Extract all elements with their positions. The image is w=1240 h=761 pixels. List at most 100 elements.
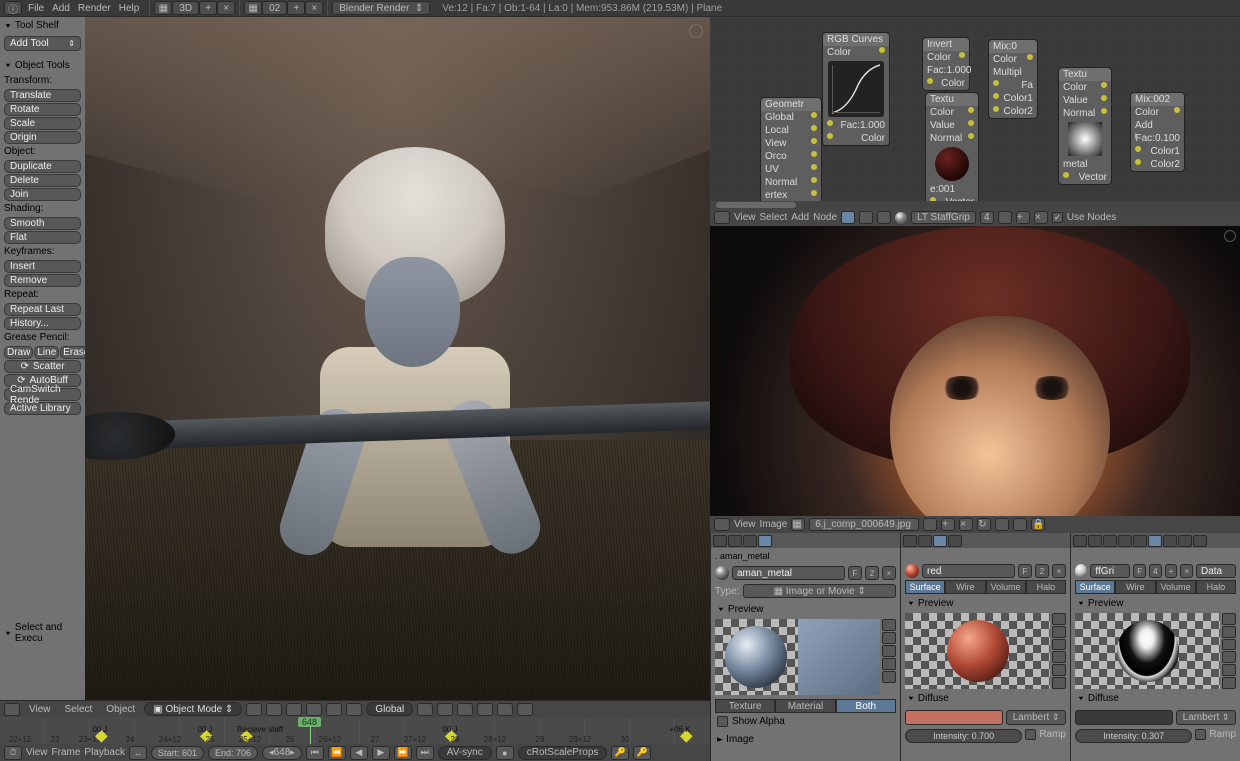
node-editor-scrollbar[interactable]: [710, 201, 1240, 209]
preview-type-4-icon[interactable]: [882, 658, 896, 670]
3d-viewport[interactable]: [85, 17, 710, 700]
join-button[interactable]: Join: [4, 188, 81, 201]
link-data-dropdown[interactable]: Data: [1196, 564, 1236, 578]
use-nodes-checkbox[interactable]: [1052, 212, 1063, 223]
play-reverse-icon[interactable]: ◀: [350, 746, 368, 760]
tab-c5-icon[interactable]: [1133, 535, 1147, 547]
gp-line-button[interactable]: Line: [34, 346, 59, 359]
manip-translate-icon[interactable]: [306, 703, 322, 716]
tl-menu-playback[interactable]: Playback: [84, 747, 125, 758]
image-pack-icon[interactable]: [995, 518, 1009, 531]
range-toggle-icon[interactable]: ↔: [129, 746, 147, 760]
end-frame-field[interactable]: End: 706: [208, 746, 258, 760]
preview-tab-material[interactable]: Material: [775, 699, 835, 713]
editor-type-3dview-icon[interactable]: [4, 703, 20, 716]
users-c[interactable]: 4: [1149, 564, 1162, 578]
start-frame-field[interactable]: Start: 601: [151, 746, 204, 760]
current-frame-field[interactable]: ◂ 648 ▸: [262, 746, 302, 760]
intensity-b[interactable]: Intensity: 0.700: [905, 729, 1022, 743]
scene-field[interactable]: 02: [262, 1, 287, 15]
mat-add-c-icon[interactable]: +: [1165, 564, 1178, 578]
ie-menu-image[interactable]: Image: [760, 519, 788, 530]
shading-halo-b[interactable]: Halo: [1026, 580, 1066, 594]
scene-del-icon[interactable]: ×: [305, 1, 323, 15]
node-mix-2[interactable]: Mix:002 Color Add Fac:0.100 Color1 Color…: [1130, 92, 1185, 172]
diffuse-model-b[interactable]: Lambert ⇕: [1006, 710, 1066, 725]
material-name-b[interactable]: red: [922, 564, 1015, 578]
jump-start-icon[interactable]: ⏮: [306, 746, 324, 760]
node-mix-1[interactable]: Mix:0 Color Multipl Fa Color1 Color2: [988, 39, 1038, 119]
tab-c9-icon[interactable]: [1193, 535, 1207, 547]
screen-layout-field[interactable]: 3D: [172, 1, 199, 15]
node-editor[interactable]: Geometr Global Local View Orco UV Normal…: [710, 17, 1240, 209]
ie-menu-view[interactable]: View: [734, 519, 756, 530]
manipulator-icon[interactable]: [286, 703, 302, 716]
tab-c1-icon[interactable]: [1073, 535, 1087, 547]
pvtype-b2-icon[interactable]: [1052, 626, 1066, 638]
material-users-icon[interactable]: 4: [980, 211, 994, 224]
shading-surface-b[interactable]: Surface: [905, 580, 945, 594]
image-lock-icon[interactable]: 🔒: [1031, 518, 1045, 531]
shading-wire-c[interactable]: Wire: [1115, 580, 1155, 594]
shading-volume-b[interactable]: Volume: [986, 580, 1026, 594]
preview-type-3-icon[interactable]: [882, 645, 896, 657]
info-editor-icon[interactable]: ⓘ: [4, 1, 22, 15]
origin-button[interactable]: Origin: [4, 131, 81, 144]
pivot-icon[interactable]: [266, 703, 282, 716]
snap-icon[interactable]: [457, 703, 473, 716]
tool-shelf-header[interactable]: Tool Shelf: [0, 17, 85, 34]
menu-help[interactable]: Help: [119, 3, 140, 14]
pvtype-c1-icon[interactable]: [1222, 613, 1236, 625]
sync-mode-dropdown[interactable]: AV-sync: [438, 746, 492, 760]
node-type-texture-icon[interactable]: [877, 211, 891, 224]
tab-c4-icon[interactable]: [1118, 535, 1132, 547]
flat-button[interactable]: Flat: [4, 231, 81, 244]
layout-add-icon[interactable]: +: [199, 1, 217, 15]
layout-browse-icon[interactable]: ▦: [154, 1, 172, 15]
image-browse-icon[interactable]: ▦: [791, 518, 805, 531]
node-rgb-curves[interactable]: RGB Curves Color Fac:1.000 Color: [822, 32, 890, 146]
node-type-compositing-icon[interactable]: [859, 211, 873, 224]
pvtype-b1-icon[interactable]: [1052, 613, 1066, 625]
keying-set-dropdown[interactable]: cRotScaleProps: [518, 746, 608, 760]
duplicate-button[interactable]: Duplicate: [4, 160, 81, 173]
image-add-icon[interactable]: +: [941, 518, 955, 531]
ne-menu-node[interactable]: Node: [813, 212, 837, 223]
ramp-check-b[interactable]: [1025, 729, 1036, 740]
tab-render-b-icon[interactable]: [903, 535, 917, 547]
layer-1-icon[interactable]: [417, 703, 433, 716]
tl-menu-view[interactable]: View: [26, 747, 48, 758]
image-editor[interactable]: [710, 226, 1240, 516]
fake-user-c[interactable]: F: [1133, 564, 1146, 578]
timeline-cursor[interactable]: 648: [310, 717, 311, 744]
menu-file[interactable]: File: [28, 3, 44, 14]
layer-2-icon[interactable]: [437, 703, 453, 716]
tab-texture-icon[interactable]: [758, 535, 772, 547]
mat-pin-icon[interactable]: [998, 211, 1012, 224]
mat-del-b-icon[interactable]: ×: [1052, 564, 1066, 578]
node-type-material-icon[interactable]: [841, 211, 855, 224]
pvtype-c2-icon[interactable]: [1222, 626, 1236, 638]
autokey-icon[interactable]: ●: [496, 746, 514, 760]
diffuse-header-b[interactable]: Diffuse: [901, 689, 1070, 708]
preview-tab-texture[interactable]: Texture: [715, 699, 775, 713]
shading-volume-c[interactable]: Volume: [1156, 580, 1196, 594]
node-material-name[interactable]: LT StaffGrip: [911, 211, 976, 224]
image-channel-icon[interactable]: [1013, 518, 1027, 531]
scene-browse-icon[interactable]: ▦: [244, 1, 262, 15]
keying-del-icon[interactable]: 🔑: [633, 746, 651, 760]
node-invert[interactable]: Invert Color Fac:1.000 Color: [922, 37, 970, 91]
pvtype-c5-icon[interactable]: [1222, 664, 1236, 676]
image-panel-header[interactable]: Image: [711, 730, 900, 749]
preview-header-c[interactable]: Preview: [1071, 594, 1240, 613]
add-tool-dropdown[interactable]: Add Tool: [4, 36, 81, 51]
image-editor-toggle-icon[interactable]: [1224, 230, 1236, 242]
preview-tab-both[interactable]: Both: [836, 699, 896, 713]
scale-button[interactable]: Scale: [4, 117, 81, 130]
scene-add-icon[interactable]: +: [287, 1, 305, 15]
object-tools-header[interactable]: Object Tools: [0, 57, 85, 74]
fake-user-b[interactable]: F: [1018, 564, 1032, 578]
ne-menu-view[interactable]: View: [734, 212, 756, 223]
render-preview-icon[interactable]: [497, 703, 513, 716]
orientation-dropdown[interactable]: Global: [366, 702, 413, 716]
